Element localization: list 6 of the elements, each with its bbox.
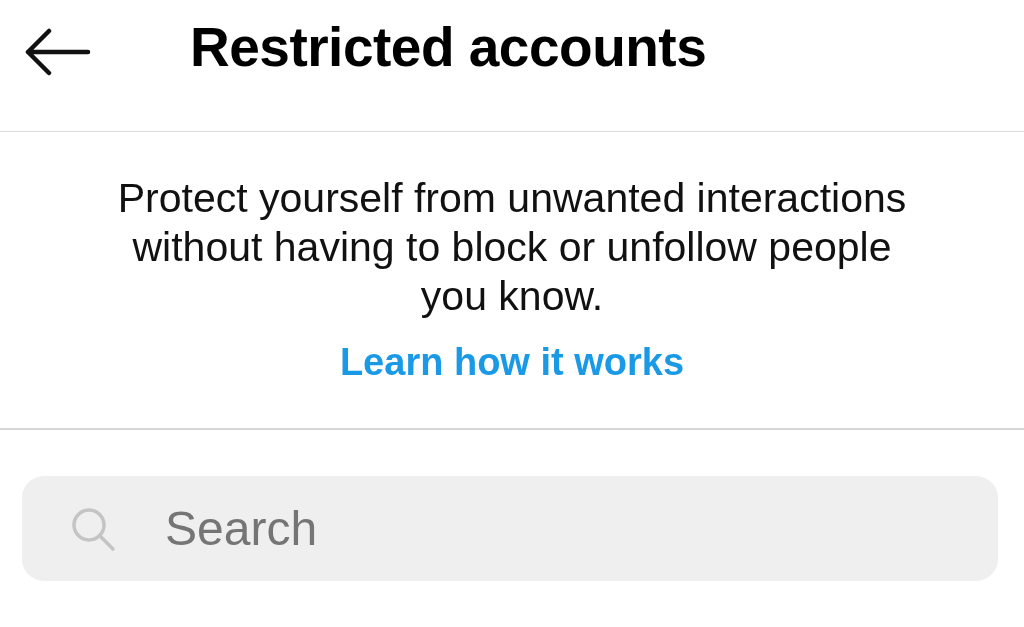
learn-how-link[interactable]: Learn how it works <box>339 343 685 381</box>
description-text: Protect yourself from unwanted interactions without having to block or unfollow people you know. <box>116 174 908 321</box>
page-title: Restricted accounts <box>190 20 707 75</box>
back-arrow-icon <box>25 28 91 76</box>
search-field[interactable]: Search <box>22 476 998 581</box>
search-icon <box>70 506 116 552</box>
